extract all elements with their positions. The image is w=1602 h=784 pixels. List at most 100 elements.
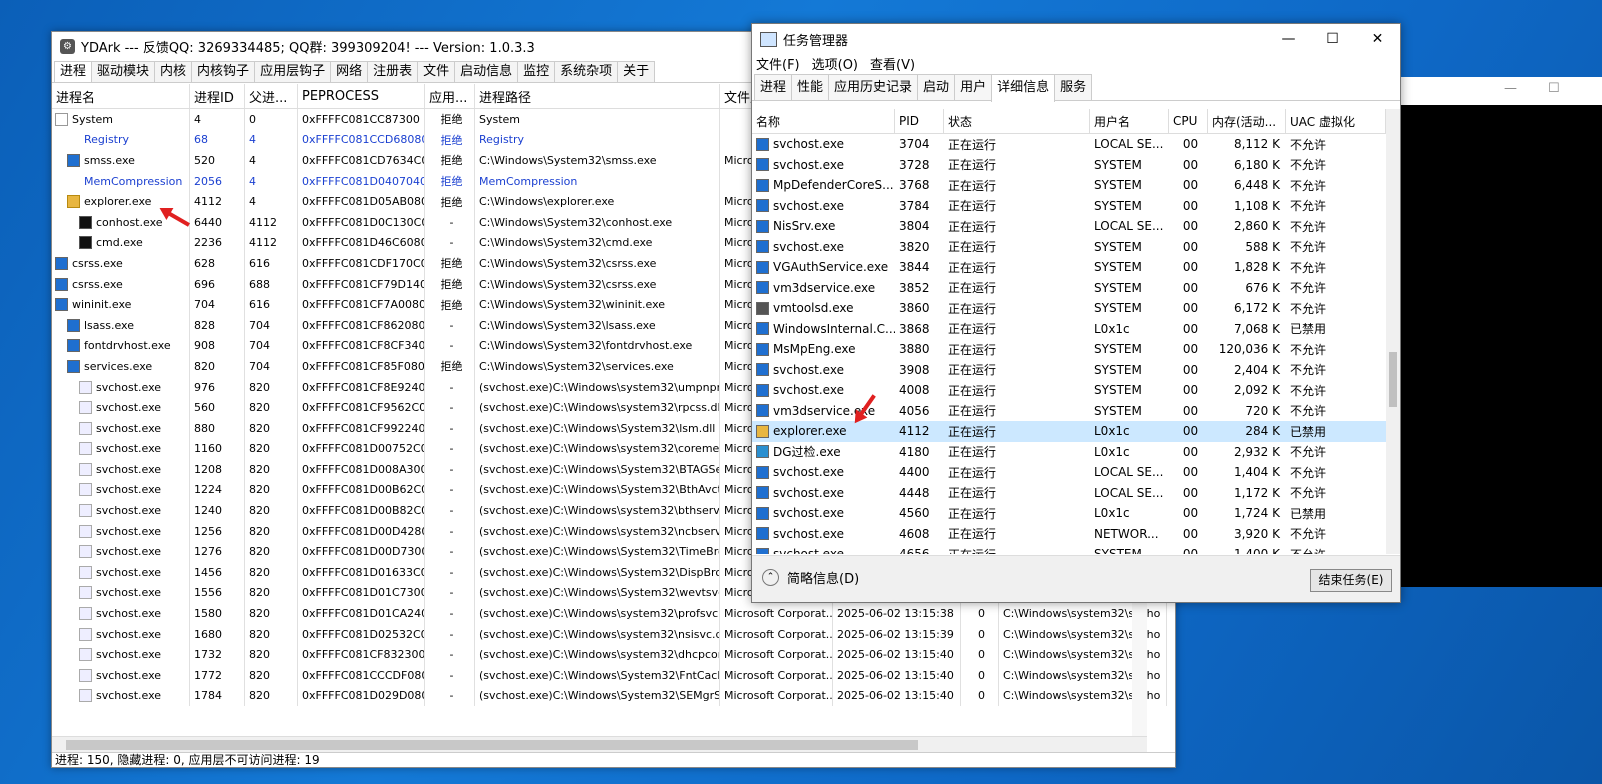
- ydark-cell-app: -: [425, 438, 475, 460]
- menu-item[interactable]: 选项(O): [812, 54, 858, 73]
- table-row[interactable]: svchost.exe 1784 820 0xFFFFC081D029D080 - (sv…: [52, 685, 1167, 707]
- ydark-cell-pid: 1680: [190, 623, 245, 645]
- menu-item[interactable]: 查看(V): [870, 54, 915, 73]
- ydark-tab[interactable]: 监控: [517, 61, 556, 82]
- task-manager-titlebar[interactable]: 任务管理器 — ☐ ✕: [752, 24, 1400, 54]
- table-row[interactable]: MpDefenderCoreS... 3768 正在运行 SYSTEM 00 6,448 …: [752, 175, 1386, 196]
- details-column-header[interactable]: 用户名: [1090, 109, 1169, 133]
- ydark-horizontal-scrollbar[interactable]: [52, 736, 1147, 753]
- gear-icon: [79, 689, 92, 703]
- tab-4[interactable]: 用户: [954, 74, 993, 100]
- tab-3[interactable]: 启动: [917, 74, 956, 100]
- background-window-titlebar[interactable]: — ☐: [1400, 77, 1602, 105]
- ydark-cell-n: 0: [961, 603, 999, 624]
- table-row[interactable]: DG过检.exe 4180 正在运行 L0x1c 00 2,932 K 不允许: [752, 442, 1386, 463]
- tab-6[interactable]: 服务: [1054, 74, 1093, 100]
- background-minimize-button[interactable]: —: [1504, 81, 1517, 96]
- ydark-hscroll-thumb[interactable]: [66, 740, 918, 750]
- table-row[interactable]: explorer.exe 4112 正在运行 L0x1c 00 284 K 已禁用: [752, 421, 1386, 442]
- details-column-header[interactable]: 名称: [752, 109, 895, 133]
- table-row[interactable]: svchost.exe 3728 正在运行 SYSTEM 00 6,180 K 不允许: [752, 155, 1386, 176]
- background-console-window[interactable]: — ☐: [1400, 77, 1602, 587]
- table-row[interactable]: svchost.exe 3820 正在运行 SYSTEM 00 588 K 不允许: [752, 237, 1386, 258]
- end-task-button[interactable]: 结束任务(E): [1310, 569, 1392, 592]
- ydark-tab[interactable]: 内核钩子: [191, 61, 256, 82]
- ydark-column-header[interactable]: 父进...: [245, 84, 298, 108]
- ydark-cell-text: (svchost.exe)C:\Windows\System32\TimeBro…: [479, 545, 720, 559]
- ydark-tab[interactable]: 注册表: [367, 61, 419, 82]
- table-row[interactable]: svchost.exe 4656 正在运行 SYSTEM 00 1,400 K 不允许: [752, 544, 1386, 554]
- details-cell-text: L0x1c: [1094, 506, 1130, 521]
- table-row[interactable]: VGAuthService.exe 3844 正在运行 SYSTEM 00 1,828 K…: [752, 257, 1386, 278]
- details-column-header[interactable]: CPU: [1169, 109, 1208, 133]
- task-manager-title: 任务管理器: [783, 33, 849, 49]
- table-row[interactable]: MsMpEng.exe 3880 正在运行 SYSTEM 00 120,036 K 不允许: [752, 339, 1386, 360]
- details-column-header[interactable]: 内存(活动...: [1208, 109, 1286, 133]
- details-cell-text: LOCAL SE...: [1094, 137, 1164, 152]
- ydark-column-header[interactable]: PEPROCESS: [298, 84, 425, 108]
- tab-2[interactable]: 应用历史记录: [828, 74, 919, 100]
- ydark-column-header[interactable]: 进程ID: [190, 84, 245, 108]
- table-row[interactable]: svchost.exe 1580 820 0xFFFFC081D01CA240 - (sv…: [52, 603, 1167, 624]
- table-row[interactable]: svchost.exe 4608 正在运行 NETWOR... 00 3,920 K 不允许: [752, 524, 1386, 545]
- close-button[interactable]: ✕: [1355, 24, 1400, 54]
- maximize-button[interactable]: ☐: [1310, 24, 1355, 54]
- ydark-column-header[interactable]: 进程路径: [475, 84, 720, 108]
- table-row[interactable]: svchost.exe 4008 正在运行 SYSTEM 00 2,092 K 不允许: [752, 380, 1386, 401]
- ydark-tab[interactable]: 系统杂项: [554, 61, 619, 82]
- details-cell-status: 正在运行: [944, 442, 1090, 463]
- ydark-tab[interactable]: 文件: [417, 61, 456, 82]
- ydark-tab[interactable]: 内核: [154, 61, 193, 82]
- ydark-cell-eproc: 0xFFFFC081CF992240: [298, 417, 425, 439]
- details-column-header[interactable]: 状态: [944, 109, 1090, 133]
- table-row[interactable]: svchost.exe 1732 820 0xFFFFC081CF832300 - (sv…: [52, 644, 1167, 666]
- details-column-header[interactable]: PID: [895, 109, 944, 133]
- ydark-cell-text: -: [449, 524, 454, 538]
- ydark-tab[interactable]: 网络: [330, 61, 369, 82]
- details-cell-text: 6,180 K: [1233, 157, 1280, 172]
- ydark-tab[interactable]: 应用层钩子: [254, 61, 332, 82]
- ydark-cell-eproc: 0xFFFFC081D00D7300: [298, 541, 425, 563]
- details-column-header[interactable]: UAC 虚拟化: [1286, 109, 1386, 133]
- table-row[interactable]: svchost.exe 3908 正在运行 SYSTEM 00 2,404 K 不允许: [752, 360, 1386, 381]
- ydark-column-header[interactable]: 应用...: [425, 84, 475, 108]
- ydark-tab[interactable]: 驱动模块: [91, 61, 156, 82]
- ydark-cell-text: C:\Windows\System32\csrss.exe: [479, 256, 657, 270]
- ydark-tab[interactable]: 关于: [617, 61, 656, 82]
- ydark-cell-text: 704: [249, 318, 270, 332]
- minimize-button[interactable]: —: [1266, 24, 1311, 54]
- details-scroll-thumb[interactable]: [1389, 352, 1397, 407]
- table-row[interactable]: svchost.exe 1680 820 0xFFFFC081D02532C0 - (sv…: [52, 623, 1167, 645]
- details-vertical-scrollbar[interactable]: [1386, 109, 1400, 554]
- table-row[interactable]: svchost.exe 3784 正在运行 SYSTEM 00 1,108 K 不允许: [752, 196, 1386, 217]
- tab-1[interactable]: 性能: [791, 74, 830, 100]
- details-cell-text: 正在运行: [948, 219, 997, 234]
- table-row[interactable]: svchost.exe 4400 正在运行 LOCAL SE... 00 1,404 K 不…: [752, 462, 1386, 483]
- table-row[interactable]: NisSrv.exe 3804 正在运行 LOCAL SE... 00 2,860 K 不允…: [752, 216, 1386, 237]
- ydark-cell-ppid: 4: [245, 191, 298, 212]
- background-maximize-button[interactable]: ☐: [1548, 81, 1560, 96]
- fewer-details-button[interactable]: ⌃ 简略信息(D): [762, 568, 859, 587]
- ydark-cell-app: -: [425, 582, 475, 604]
- ydark-tab[interactable]: 进程: [54, 61, 93, 82]
- ydark-tab[interactable]: 启动信息: [454, 61, 519, 82]
- table-row[interactable]: svchost.exe 1772 820 0xFFFFC081CCCDF080 - (sv…: [52, 665, 1167, 686]
- details-cell-text: svchost.exe: [773, 362, 844, 377]
- ydark-cell-text: Microsoft Corporat...: [724, 627, 833, 641]
- details-cell-text: 不允许: [1290, 363, 1327, 378]
- table-row[interactable]: vm3dservice.exe 3852 正在运行 SYSTEM 00 676 K 不允许: [752, 278, 1386, 299]
- table-row[interactable]: svchost.exe 3704 正在运行 LOCAL SE... 00 8,112 K 不…: [752, 134, 1386, 155]
- table-row[interactable]: svchost.exe 4560 正在运行 L0x1c 00 1,724 K 已禁用: [752, 503, 1386, 524]
- menu-item[interactable]: 文件(F): [756, 54, 800, 73]
- details-cell-uac: 不允许: [1286, 237, 1386, 258]
- details-cell-text: 不允许: [1290, 199, 1327, 214]
- details-cell-text: 720 K: [1245, 403, 1280, 418]
- tab-5[interactable]: 详细信息: [991, 74, 1056, 102]
- tab-0[interactable]: 进程: [754, 74, 793, 100]
- ydark-column-header[interactable]: 进程名: [52, 84, 190, 108]
- table-row[interactable]: svchost.exe 4448 正在运行 LOCAL SE... 00 1,172 K 不…: [752, 483, 1386, 504]
- ydark-cell-text: -: [449, 545, 454, 559]
- table-row[interactable]: WindowsInternal.C... 3868 正在运行 L0x1c 00 7,068…: [752, 319, 1386, 340]
- table-row[interactable]: vmtoolsd.exe 3860 正在运行 SYSTEM 00 6,172 K 不允许: [752, 298, 1386, 319]
- table-row[interactable]: vm3dservice.exe 4056 正在运行 SYSTEM 00 720 K 不允许: [752, 401, 1386, 422]
